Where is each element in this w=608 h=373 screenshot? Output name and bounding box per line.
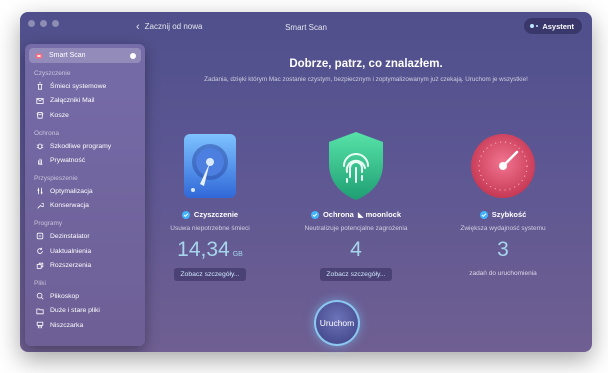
cleanup-value-unit: GB [232,251,243,258]
mail-icon [35,96,44,105]
shredder-icon [35,321,44,330]
extensions-icon [35,261,44,270]
sidebar-item-label: Plikoskop [50,292,80,300]
assistant-label: Asystent [542,21,574,31]
assistant-icon [530,24,539,28]
protection-title-label: Ochrona [322,210,354,219]
run-button[interactable]: Uruchom [314,300,360,346]
sidebar-item-maintenance[interactable]: Konserwacja [29,199,141,214]
uninstaller-icon [35,232,44,241]
speed-value: 3 [497,238,509,261]
sidebar-section-title: Pliki [34,279,46,287]
speed-description: Zwiększa wydajność systemu [460,225,546,232]
hand-icon [35,156,44,165]
checkmark-icon[interactable] [479,210,488,219]
protection-module: Ochrona ◣ moonlock Neutralizuje potencja… [281,130,431,281]
wrench-icon [35,201,44,210]
checkmark-icon[interactable] [310,210,319,219]
moonlock-logo: ◣ moonlock [358,210,401,219]
sidebar-item-label: Rozszerzenia [50,262,92,270]
speed-note: zadań do uruchomienia [469,270,537,277]
moonlock-label: moonlock [365,210,402,219]
space-lens-icon [35,292,44,301]
update-icon [35,247,44,256]
checkmark-icon[interactable] [181,210,190,219]
moonlock-icon: ◣ [357,210,364,219]
sidebar-item-mail-attachments[interactable]: Załączniki Mail [29,94,141,109]
sidebar-item-label: Załączniki Mail [50,97,95,105]
sidebar-item-label: Smart Scan [49,52,86,59]
sidebar-item-system-junk[interactable]: Śmieci systemowe [29,79,141,94]
sidebar-item-label: Dezinstalator [50,232,90,240]
protection-title: Ochrona ◣ moonlock [281,210,431,219]
cleanup-title-label: Czyszczenie [193,210,239,219]
sidebar-item-uninstaller[interactable]: Dezinstalator [29,229,141,244]
window-title: Smart Scan [285,23,327,32]
hard-drive-icon [135,130,285,202]
cleanup-details-button[interactable]: Zobacz szczegóły... [174,268,246,281]
cleanup-module: Czyszczenie Usuwa niepotrzebne śmieci 14… [135,130,285,281]
sidebar-item-extensions[interactable]: Rozszerzenia [29,258,141,273]
sidebar-item-label: Optymalizacja [50,187,93,195]
sidebar-section-title: Przyspieszenie [34,174,78,182]
sidebar-item-label: Duże i stare pliki [50,307,100,315]
sidebar: Smart Scan Czyszczenie Śmieci systemowe … [25,44,145,346]
app-window: ‹ Zacznij od nowa Smart Scan Asystent Sm… [20,12,592,352]
sidebar-section-title: Czyszczenie [34,70,71,77]
protection-value: 4 [350,238,362,261]
cleanup-value-number: 14,34 [177,238,230,261]
protection-description: Neutralizuje potencjalne zagrożenia [304,225,408,232]
assistant-button[interactable]: Asystent [524,18,582,34]
sidebar-item-label: Szkodliwe programy [50,142,112,150]
sidebar-item-malware[interactable]: Szkodliwe programy [29,139,141,154]
speed-title: Szybkość [428,210,578,219]
active-indicator [130,52,136,59]
sidebar-item-label: Prywatność [50,157,86,165]
bug-icon [35,142,44,151]
trash-icon [35,82,44,91]
cleanup-title: Czyszczenie [135,210,285,219]
sidebar-item-privacy[interactable]: Prywatność [29,153,141,168]
bin-icon [35,111,44,120]
sidebar-section-title: Ochrona [34,129,59,137]
sidebar-item-label: Uaktualnienia [50,247,92,255]
sidebar-section-title: Programy [34,220,63,228]
sidebar-item-label: Niszczarka [50,321,84,329]
speed-module: Szybkość Zwiększa wydajność systemu 3 za… [428,130,578,277]
protection-details-button[interactable]: Zobacz szczegóły... [320,268,392,281]
cleanup-value: 14,34 GB [135,238,285,262]
cleanup-description: Usuwa niepotrzebne śmieci [170,225,250,232]
sliders-icon [35,187,44,196]
speed-title-label: Szybkość [491,210,527,219]
sidebar-item-shredder[interactable]: Niszczarka [29,318,141,333]
sidebar-item-updater[interactable]: Uaktualnienia [29,244,141,259]
sidebar-item-large-old-files[interactable]: Duże i stare pliki [29,304,141,319]
speedometer-icon [428,130,578,202]
folder-icon [35,306,44,315]
page-subtitle: Zadania, dzięki którym Mac zostanie czys… [204,76,528,83]
sidebar-item-label: Śmieci systemowe [50,82,107,90]
page-title: Dobrze, patrz, co znalazłem. [289,58,443,70]
sidebar-item-optimization[interactable]: Optymalizacja [29,184,141,199]
sidebar-item-label: Kosze [50,111,69,119]
sidebar-item-trash-bins[interactable]: Kosze [29,108,141,123]
sidebar-item-space-lens[interactable]: Plikoskop [29,289,141,304]
smart-scan-icon [34,51,43,60]
sidebar-item-label: Konserwacja [50,202,89,210]
fingerprint-shield-icon [281,130,431,202]
sidebar-item-smart-scan[interactable]: Smart Scan [29,48,141,63]
